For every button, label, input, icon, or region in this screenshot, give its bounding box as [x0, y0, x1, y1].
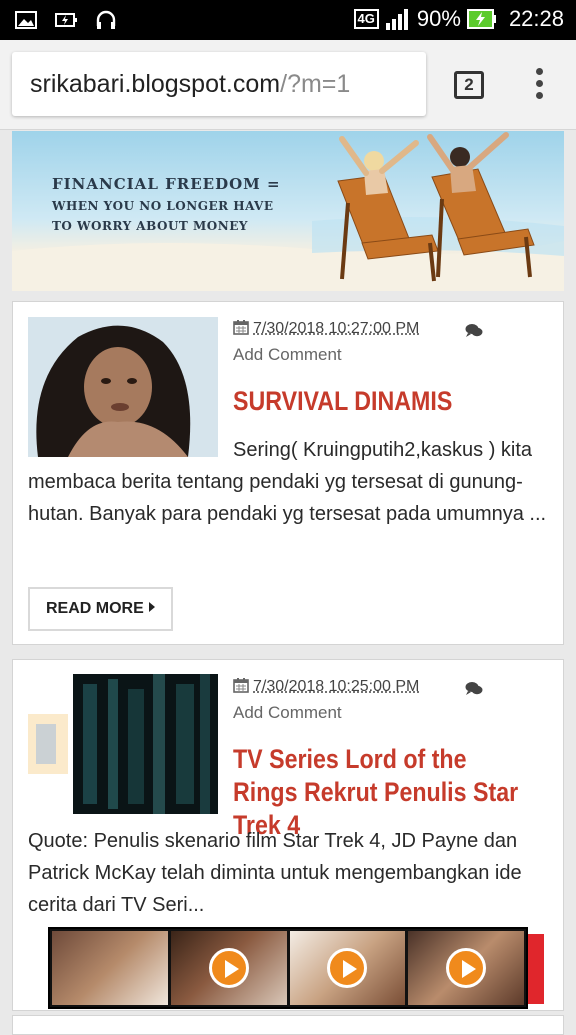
post-date[interactable]: 7/30/2018 10:25:00 PM	[233, 677, 419, 696]
banner-caption: FINANCIAL FREEDOM = WHEN YOU NO LONGER H…	[52, 175, 281, 233]
post-date-text: 7/30/2018 10:25:00 PM	[253, 678, 419, 695]
network-type-badge: 4G	[354, 9, 379, 29]
video-ad-strip[interactable]	[48, 927, 528, 1009]
comment-icon[interactable]	[465, 681, 483, 697]
play-icon[interactable]	[209, 948, 249, 988]
play-icon[interactable]	[446, 948, 486, 988]
tab-switcher-button[interactable]: 2	[454, 71, 484, 99]
read-more-label: READ MORE	[46, 600, 144, 617]
ad-tile[interactable]	[171, 931, 287, 1005]
add-comment-link[interactable]: Add Comment	[233, 345, 342, 365]
ad-tile[interactable]	[408, 931, 524, 1005]
post-excerpt: Quote: Penulis skenario film Star Trek 4…	[28, 825, 553, 921]
battery-percent: 90%	[417, 6, 461, 32]
banner-line-2: WHEN YOU NO LONGER HAVE	[52, 199, 281, 213]
caret-right-icon	[149, 602, 155, 612]
post-date-text: 7/30/2018 10:27:00 PM	[253, 320, 419, 337]
play-icon[interactable]	[327, 948, 367, 988]
url-host: srikabari.blogspot.com	[30, 70, 280, 98]
headphones-icon	[94, 8, 118, 32]
status-bar: 4G 90% 22:28	[0, 0, 576, 40]
read-more-button[interactable]: READ MORE	[28, 587, 173, 631]
post-card: 7/30/2018 10:27:00 PM Add Comment SURVIV…	[12, 301, 564, 645]
post-date[interactable]: 7/30/2018 10:27:00 PM	[233, 319, 419, 338]
battery-charging-icon	[467, 8, 497, 30]
banner-line-3: TO WORRY ABOUT MONEY	[52, 219, 281, 233]
signal-strength-icon	[385, 7, 411, 31]
calendar-icon	[233, 677, 249, 693]
post-excerpt: Sering( Kruingputih2,kaskus ) kita memba…	[28, 434, 553, 530]
next-post-card-edge	[12, 1015, 564, 1035]
comment-icon[interactable]	[465, 323, 483, 339]
ad-tile[interactable]	[52, 931, 168, 1005]
address-bar[interactable]: srikabari.blogspot.com/?m=1	[12, 52, 426, 116]
overflow-menu-icon[interactable]	[534, 68, 544, 102]
add-comment-link[interactable]: Add Comment	[233, 703, 342, 723]
gallery-icon	[14, 8, 38, 32]
ad-accent-bar	[528, 934, 544, 1004]
banner-line-1: FINANCIAL FREEDOM =	[52, 175, 281, 193]
post-excerpt-first-line: Sering( Kruingputih2,kaskus )	[233, 439, 495, 461]
blog-header-banner[interactable]: FINANCIAL FREEDOM = WHEN YOU NO LONGER H…	[12, 131, 564, 291]
battery-saver-icon	[54, 8, 78, 32]
url-path: /?m=1	[280, 70, 350, 98]
browser-toolbar: srikabari.blogspot.com/?m=1 2	[0, 40, 576, 130]
clock: 22:28	[509, 6, 564, 32]
calendar-icon	[233, 319, 249, 335]
tv-series-illustration	[28, 674, 218, 814]
post-thumbnail[interactable]	[28, 674, 218, 814]
ad-tile[interactable]	[290, 931, 406, 1005]
post-title[interactable]: SURVIVAL DINAMIS	[233, 385, 508, 418]
